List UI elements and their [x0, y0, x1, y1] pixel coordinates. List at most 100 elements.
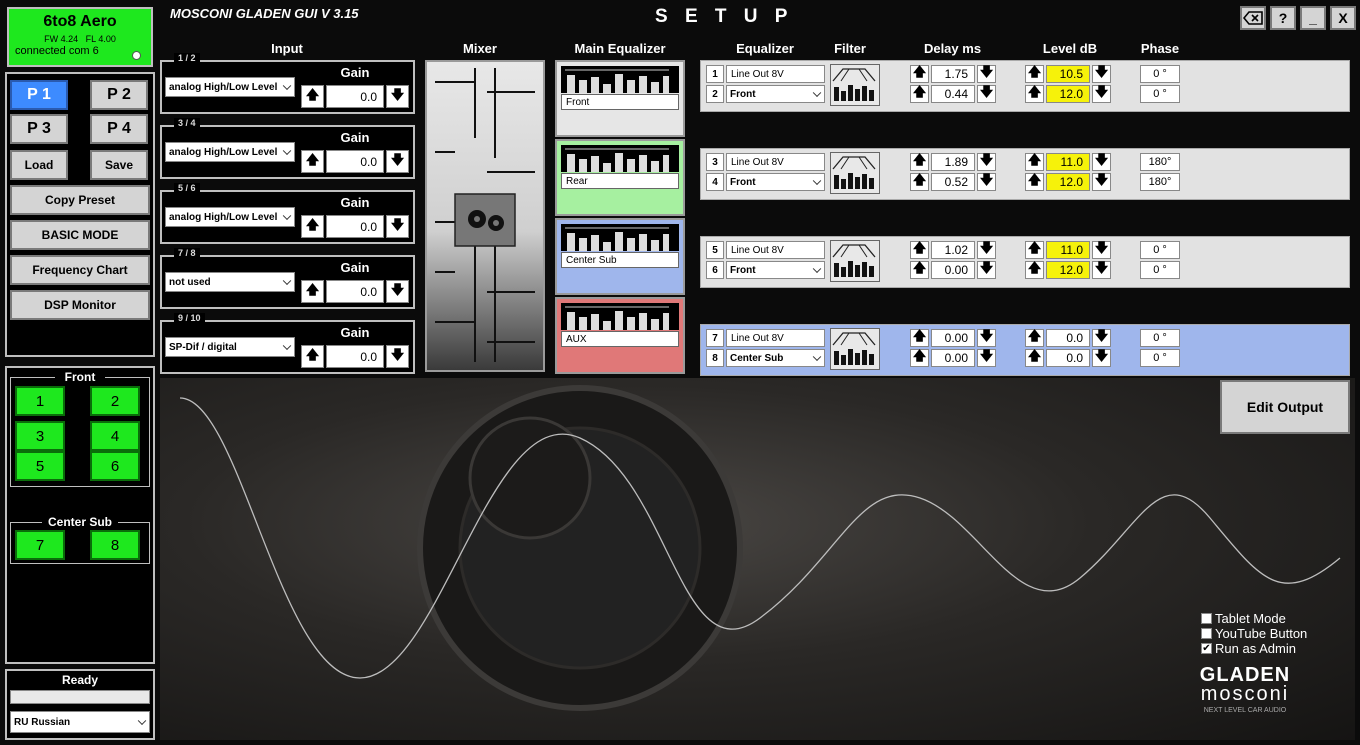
delay-down-arrow-icon[interactable]: 🡇 — [977, 64, 996, 83]
backspace-button[interactable] — [1240, 6, 1266, 30]
main-eq-button[interactable]: Rear — [555, 139, 685, 216]
level-down-arrow-icon[interactable]: 🡇 — [1092, 84, 1111, 103]
delay-up-arrow-icon[interactable]: 🡅 — [910, 152, 929, 171]
delay-value[interactable]: 0.00 — [931, 329, 975, 347]
level-down-arrow-icon[interactable]: 🡇 — [1092, 152, 1111, 171]
level-down-arrow-icon[interactable]: 🡇 — [1092, 240, 1111, 259]
output-type-field[interactable]: Line Out 8V — [726, 65, 825, 83]
preset-p2-button[interactable]: P 2 — [90, 80, 148, 110]
output-group-select[interactable]: Front — [726, 85, 825, 103]
help-button[interactable]: ? — [1270, 6, 1296, 30]
channel-7-button[interactable]: 7 — [15, 530, 65, 560]
filter-button[interactable] — [830, 240, 880, 282]
output-type-field[interactable]: Line Out 8V — [726, 329, 825, 347]
run-as-admin-checkbox[interactable]: ✔ Run as Admin — [1201, 641, 1296, 656]
level-down-arrow-icon[interactable]: 🡇 — [1092, 328, 1111, 347]
channel-1-button[interactable]: 1 — [15, 386, 65, 416]
output-type-field[interactable]: Line Out 8V — [726, 153, 825, 171]
channel-2-button[interactable]: 2 — [90, 386, 140, 416]
delay-down-arrow-icon[interactable]: 🡇 — [977, 240, 996, 259]
phase-value[interactable]: 0 ° — [1140, 85, 1180, 103]
phase-value[interactable]: 0 ° — [1140, 329, 1180, 347]
language-select[interactable]: RU Russian — [10, 711, 150, 733]
channel-6-button[interactable]: 6 — [90, 451, 140, 481]
input-source-select[interactable]: analog High/Low Level — [165, 207, 295, 227]
gain-value[interactable]: 0.0 — [326, 85, 384, 108]
level-value[interactable]: 12.0 — [1046, 85, 1090, 103]
level-value[interactable]: 0.0 — [1046, 349, 1090, 367]
main-eq-button[interactable]: Center Sub — [555, 218, 685, 295]
level-up-arrow-icon[interactable]: 🡅 — [1025, 64, 1044, 83]
delay-value[interactable]: 1.02 — [931, 241, 975, 259]
frequency-chart-button[interactable]: Frequency Chart — [10, 255, 150, 285]
save-button[interactable]: Save — [90, 150, 148, 180]
delay-up-arrow-icon[interactable]: 🡅 — [910, 172, 929, 191]
channel-4-button[interactable]: 4 — [90, 421, 140, 451]
gain-down-arrow-icon[interactable]: 🡇 — [386, 345, 409, 368]
gain-up-arrow-icon[interactable]: 🡅 — [301, 345, 324, 368]
delay-up-arrow-icon[interactable]: 🡅 — [910, 260, 929, 279]
delay-down-arrow-icon[interactable]: 🡇 — [977, 348, 996, 367]
level-value[interactable]: 12.0 — [1046, 261, 1090, 279]
phase-value[interactable]: 0 ° — [1140, 349, 1180, 367]
delay-down-arrow-icon[interactable]: 🡇 — [977, 328, 996, 347]
level-up-arrow-icon[interactable]: 🡅 — [1025, 260, 1044, 279]
delay-value[interactable]: 0.00 — [931, 261, 975, 279]
level-down-arrow-icon[interactable]: 🡇 — [1092, 172, 1111, 191]
youtube-button-checkbox[interactable]: YouTube Button — [1201, 626, 1307, 641]
gain-value[interactable]: 0.0 — [326, 150, 384, 173]
gain-value[interactable]: 0.0 — [326, 345, 384, 368]
level-down-arrow-icon[interactable]: 🡇 — [1092, 260, 1111, 279]
level-value[interactable]: 11.0 — [1046, 241, 1090, 259]
gain-up-arrow-icon[interactable]: 🡅 — [301, 150, 324, 173]
input-source-select[interactable]: not used — [165, 272, 295, 292]
gain-down-arrow-icon[interactable]: 🡇 — [386, 150, 409, 173]
output-type-field[interactable]: Line Out 8V — [726, 241, 825, 259]
delay-down-arrow-icon[interactable]: 🡇 — [977, 260, 996, 279]
level-down-arrow-icon[interactable]: 🡇 — [1092, 64, 1111, 83]
delay-value[interactable]: 1.89 — [931, 153, 975, 171]
basic-mode-button[interactable]: BASIC MODE — [10, 220, 150, 250]
filter-button[interactable] — [830, 152, 880, 194]
preset-p1-button[interactable]: P 1 — [10, 80, 68, 110]
delay-down-arrow-icon[interactable]: 🡇 — [977, 152, 996, 171]
delay-up-arrow-icon[interactable]: 🡅 — [910, 84, 929, 103]
gain-down-arrow-icon[interactable]: 🡇 — [386, 85, 409, 108]
tablet-mode-checkbox[interactable]: Tablet Mode — [1201, 611, 1286, 626]
level-up-arrow-icon[interactable]: 🡅 — [1025, 152, 1044, 171]
input-source-select[interactable]: analog High/Low Level — [165, 142, 295, 162]
phase-value[interactable]: 0 ° — [1140, 261, 1180, 279]
output-group-select[interactable]: Center Sub — [726, 349, 825, 367]
gain-up-arrow-icon[interactable]: 🡅 — [301, 85, 324, 108]
main-eq-button[interactable]: AUX — [555, 297, 685, 374]
delay-up-arrow-icon[interactable]: 🡅 — [910, 328, 929, 347]
channel-5-button[interactable]: 5 — [15, 451, 65, 481]
close-button[interactable]: X — [1330, 6, 1356, 30]
input-source-select[interactable]: analog High/Low Level — [165, 77, 295, 97]
phase-value[interactable]: 180° — [1140, 173, 1180, 191]
load-button[interactable]: Load — [10, 150, 68, 180]
delay-up-arrow-icon[interactable]: 🡅 — [910, 240, 929, 259]
gain-up-arrow-icon[interactable]: 🡅 — [301, 280, 324, 303]
preset-p3-button[interactable]: P 3 — [10, 114, 68, 144]
filter-button[interactable] — [830, 328, 880, 370]
level-up-arrow-icon[interactable]: 🡅 — [1025, 328, 1044, 347]
level-value[interactable]: 0.0 — [1046, 329, 1090, 347]
output-group-select[interactable]: Front — [726, 261, 825, 279]
delay-value[interactable]: 0.44 — [931, 85, 975, 103]
gain-down-arrow-icon[interactable]: 🡇 — [386, 280, 409, 303]
delay-value[interactable]: 1.75 — [931, 65, 975, 83]
dsp-monitor-button[interactable]: DSP Monitor — [10, 290, 150, 320]
delay-value[interactable]: 0.00 — [931, 349, 975, 367]
level-up-arrow-icon[interactable]: 🡅 — [1025, 172, 1044, 191]
level-value[interactable]: 11.0 — [1046, 153, 1090, 171]
level-down-arrow-icon[interactable]: 🡇 — [1092, 348, 1111, 367]
gain-down-arrow-icon[interactable]: 🡇 — [386, 215, 409, 238]
channel-3-button[interactable]: 3 — [15, 421, 65, 451]
phase-value[interactable]: 180° — [1140, 153, 1180, 171]
gain-value[interactable]: 0.0 — [326, 215, 384, 238]
level-value[interactable]: 10.5 — [1046, 65, 1090, 83]
delay-down-arrow-icon[interactable]: 🡇 — [977, 172, 996, 191]
delay-up-arrow-icon[interactable]: 🡅 — [910, 348, 929, 367]
gain-up-arrow-icon[interactable]: 🡅 — [301, 215, 324, 238]
